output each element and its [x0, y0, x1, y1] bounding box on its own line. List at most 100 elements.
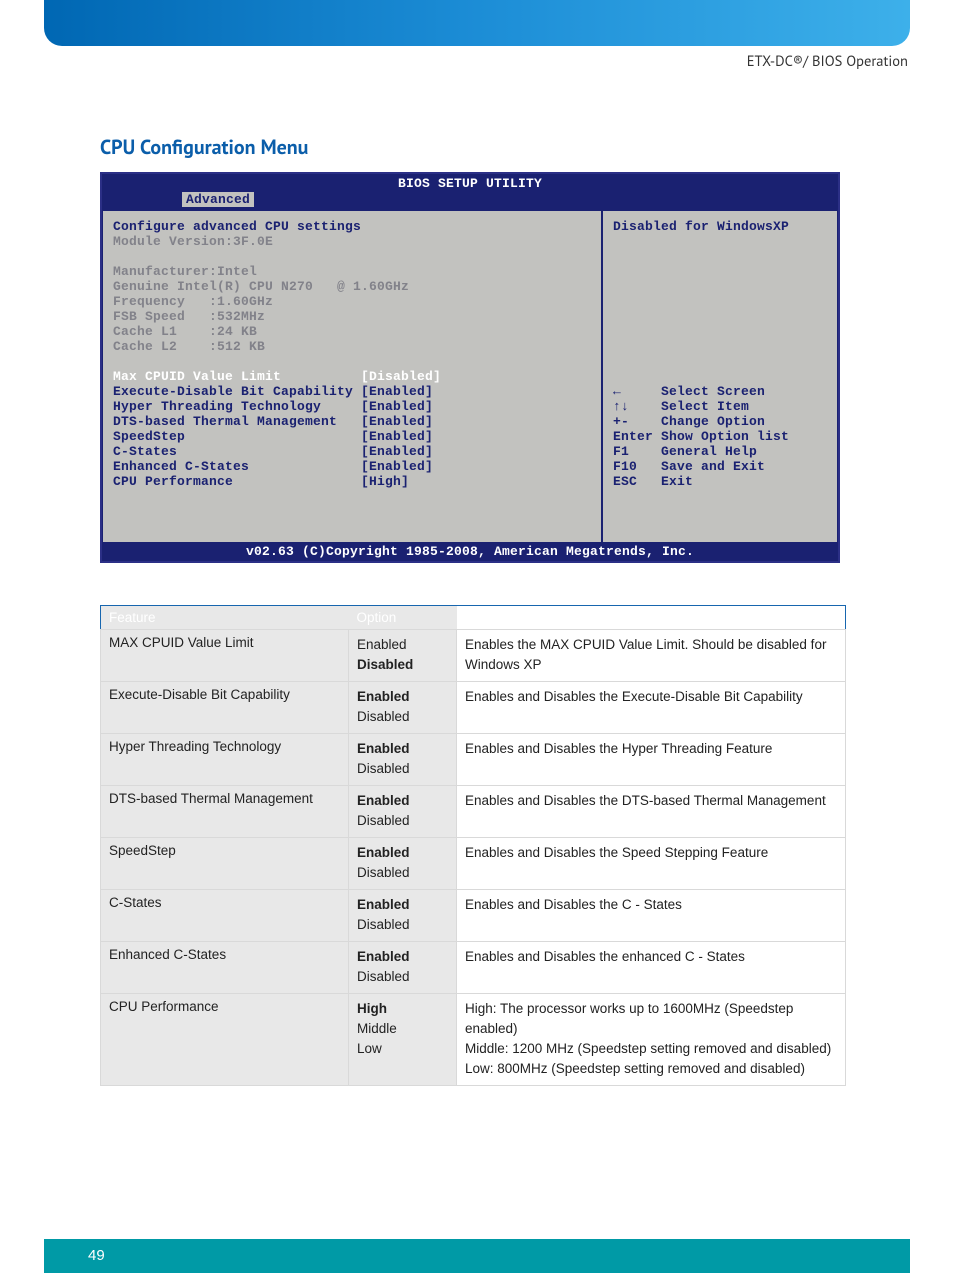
doc-header-path: ETX-DC®/ BIOS Operation [747, 52, 908, 71]
bios-nav-hint: +- Change Option [613, 414, 827, 429]
option-cell: EnabledDisabled [349, 838, 457, 890]
description-line: Enables and Disables the enhanced C - St… [465, 947, 837, 967]
option-value: Disabled [357, 811, 448, 831]
table-row: Hyper Threading TechnologyEnabledDisable… [101, 734, 846, 786]
description-header: Description [457, 606, 846, 630]
bios-line [113, 354, 591, 369]
description-line: Enables and Disables the C - States [465, 895, 837, 915]
bios-line: Hyper Threading Technology [Enabled] [113, 399, 591, 414]
bios-help-text: Disabled for WindowsXP [613, 219, 827, 234]
option-value: Disabled [357, 655, 448, 675]
description-line: Enables and Disables the Hyper Threading… [465, 739, 837, 759]
bios-line [113, 504, 591, 519]
bios-copyright: v02.63 (C)Copyright 1985-2008, American … [102, 543, 838, 561]
table-row: SpeedStepEnabledDisabledEnables and Disa… [101, 838, 846, 890]
description-line: Windows XP [465, 655, 837, 675]
feature-table-header-row: Feature Option Description [101, 606, 846, 630]
option-cell: EnabledDisabled [349, 786, 457, 838]
table-row: C-StatesEnabledDisabledEnables and Disab… [101, 890, 846, 942]
option-cell: HighMiddleLow [349, 994, 457, 1086]
page-top-banner [0, 0, 954, 46]
bios-tab-advanced: Advanced [182, 192, 254, 207]
option-value: Enabled [357, 791, 448, 811]
bios-line: Frequency :1.60GHz [113, 294, 591, 309]
bios-line: CPU Performance [High] [113, 474, 591, 489]
feature-cell: Enhanced C-States [101, 942, 349, 994]
bios-line: FSB Speed :532MHz [113, 309, 591, 324]
description-line: Low: 800MHz (Speedstep setting removed a… [465, 1059, 837, 1079]
feature-cell: C-States [101, 890, 349, 942]
option-cell: EnabledDisabled [349, 734, 457, 786]
description-cell: Enables and Disables the Execute-Disable… [457, 682, 846, 734]
description-line: Enables the MAX CPUID Value Limit. Shoul… [465, 635, 837, 655]
table-row: Execute-Disable Bit CapabilityEnabledDis… [101, 682, 846, 734]
description-cell: Enables and Disables the enhanced C - St… [457, 942, 846, 994]
option-value: Disabled [357, 915, 448, 935]
feature-cell: Execute-Disable Bit Capability [101, 682, 349, 734]
option-value: Low [357, 1039, 448, 1059]
bios-nav-hint: F1 General Help [613, 444, 827, 459]
description-cell: Enables and Disables the C - States [457, 890, 846, 942]
feature-cell: CPU Performance [101, 994, 349, 1086]
option-value: Enabled [357, 687, 448, 707]
page-title: CPU Configuration Menu [100, 134, 848, 160]
bios-nav-hint: ← Select Screen [613, 384, 827, 399]
bios-line [113, 489, 591, 504]
option-cell: EnabledDisabled [349, 942, 457, 994]
bios-help-pane: Disabled for WindowsXP ← Select Screen↑↓… [602, 210, 838, 543]
feature-cell: SpeedStep [101, 838, 349, 890]
bios-line: SpeedStep [Enabled] [113, 429, 591, 444]
bios-line: DTS-based Thermal Management [Enabled] [113, 414, 591, 429]
description-line: Enables and Disables the Execute-Disable… [465, 687, 837, 707]
bios-nav-hint: ESC Exit [613, 474, 827, 489]
option-value: High [357, 999, 448, 1019]
option-value: Enabled [357, 895, 448, 915]
table-row: DTS-based Thermal ManagementEnabledDisab… [101, 786, 846, 838]
page-top-banner-fill [44, 0, 910, 46]
page-number: 49 [88, 1247, 105, 1264]
feature-cell: Hyper Threading Technology [101, 734, 349, 786]
bios-line: Genuine Intel(R) CPU N270 @ 1.60GHz [113, 279, 591, 294]
bios-line: Module Version:3F.0E [113, 234, 591, 249]
bios-line: Cache L2 :512 KB [113, 339, 591, 354]
bios-line: Enhanced C-States [Enabled] [113, 459, 591, 474]
bios-line: Max CPUID Value Limit [Disabled] [113, 369, 591, 384]
bios-settings-pane: Configure advanced CPU settingsModule Ve… [102, 210, 602, 543]
option-value: Enabled [357, 843, 448, 863]
option-cell: EnabledDisabled [349, 890, 457, 942]
option-value: Disabled [357, 707, 448, 727]
feature-header: Feature [101, 606, 349, 630]
bios-nav-hint: F10 Save and Exit [613, 459, 827, 474]
option-value: Disabled [357, 759, 448, 779]
bios-title: BIOS SETUP UTILITY [102, 174, 838, 192]
table-row: MAX CPUID Value LimitEnabledDisabledEnab… [101, 630, 846, 682]
table-row: Enhanced C-StatesEnabledDisabledEnables … [101, 942, 846, 994]
option-value: Enabled [357, 635, 448, 655]
bios-line: Cache L1 :24 KB [113, 324, 591, 339]
bios-line [113, 519, 591, 534]
feature-table: Feature Option Description MAX CPUID Val… [100, 605, 846, 1086]
description-line: Enables and Disables the DTS-based Therm… [465, 791, 837, 811]
option-cell: EnabledDisabled [349, 682, 457, 734]
option-value: Enabled [357, 947, 448, 967]
feature-cell: DTS-based Thermal Management [101, 786, 349, 838]
description-cell: High: The processor works up to 1600MHz … [457, 994, 846, 1086]
page-number-footer: 49 [44, 1239, 910, 1273]
option-cell: EnabledDisabled [349, 630, 457, 682]
bios-line: Manufacturer:Intel [113, 264, 591, 279]
bios-line: Execute-Disable Bit Capability [Enabled] [113, 384, 591, 399]
description-line: Middle: 1200 MHz (Speedstep setting remo… [465, 1039, 837, 1059]
bios-menubar: Advanced [102, 192, 838, 210]
option-value: Enabled [357, 739, 448, 759]
option-header: Option [349, 606, 457, 630]
description-line: Enables and Disables the Speed Stepping … [465, 843, 837, 863]
bios-line [113, 249, 591, 264]
option-value: Disabled [357, 967, 448, 987]
bios-nav-hint: Enter Show Option list [613, 429, 827, 444]
option-value: Disabled [357, 863, 448, 883]
description-cell: Enables and Disables the DTS-based Therm… [457, 786, 846, 838]
table-row: CPU PerformanceHighMiddleLowHigh: The pr… [101, 994, 846, 1086]
description-line: High: The processor works up to 1600MHz … [465, 999, 837, 1039]
bios-screenshot: BIOS SETUP UTILITY Advanced Configure ad… [100, 172, 840, 563]
description-cell: Enables and Disables the Speed Stepping … [457, 838, 846, 890]
